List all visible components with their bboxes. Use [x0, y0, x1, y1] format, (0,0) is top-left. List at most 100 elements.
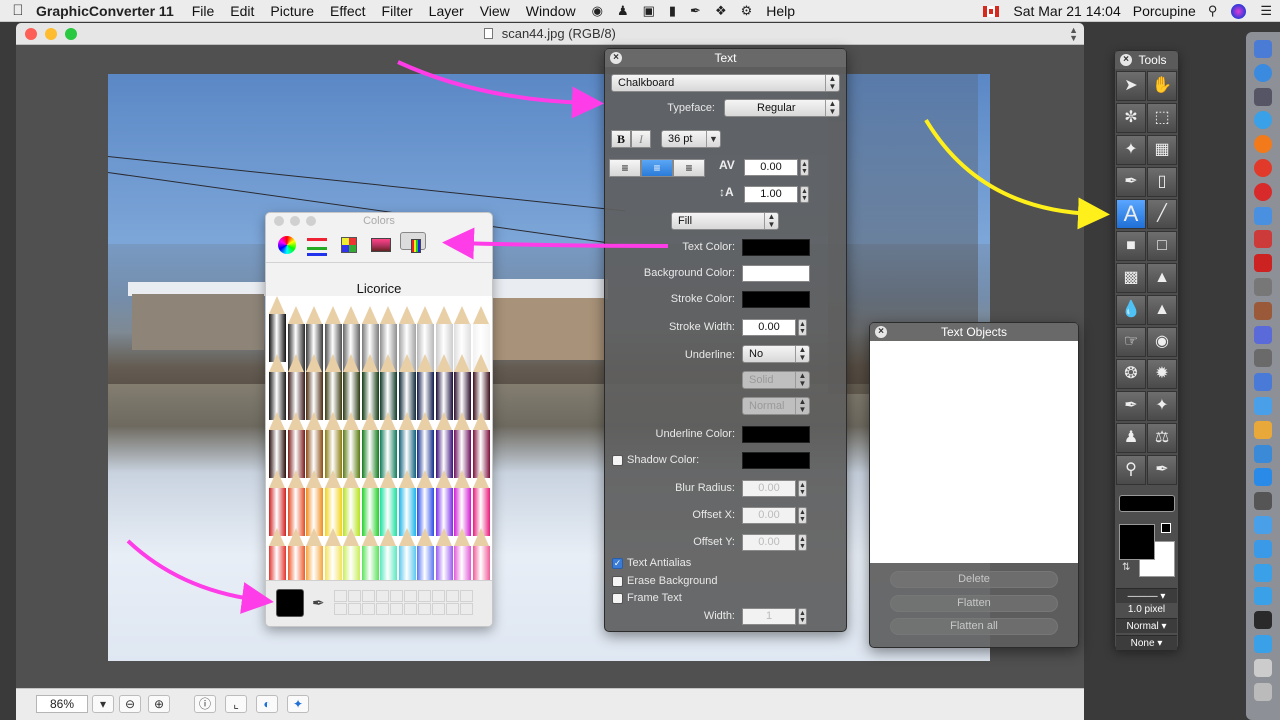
custom-color-slot[interactable]: [446, 603, 459, 615]
spotlight-icon[interactable]: ⚲: [1208, 3, 1218, 19]
shadow-checkbox[interactable]: [612, 455, 623, 466]
align-left-button[interactable]: ≡: [609, 159, 641, 177]
tools-titlebar[interactable]: × Tools: [1115, 51, 1178, 69]
pencil-swatch[interactable]: [269, 470, 286, 536]
folder-icon[interactable]: [1254, 539, 1272, 558]
pencil-swatch[interactable]: [269, 412, 286, 478]
offset-y-field[interactable]: 0.00: [742, 534, 796, 551]
shadow-color-well[interactable]: [742, 452, 810, 469]
pencil-swatch[interactable]: [343, 470, 360, 536]
pencil-swatch[interactable]: [417, 470, 434, 536]
cone-icon[interactable]: ▲: [1147, 295, 1177, 325]
magic-brush-icon[interactable]: ✦: [1147, 391, 1177, 421]
custom-color-slot[interactable]: [432, 590, 445, 602]
custom-color-slot[interactable]: [460, 603, 473, 615]
acrobat-icon[interactable]: [1254, 254, 1272, 273]
custom-color-slot[interactable]: [334, 603, 347, 615]
pencil-swatch[interactable]: [306, 412, 323, 478]
pencil-swatch[interactable]: [472, 412, 490, 478]
underline-select[interactable]: No ▲ ▼: [742, 345, 810, 363]
stroke-preview[interactable]: [1119, 495, 1175, 512]
custom-color-slot[interactable]: [390, 603, 403, 615]
settings-icon[interactable]: [1254, 325, 1272, 344]
zoom-tool-icon[interactable]: ⚲: [1116, 455, 1146, 485]
zoom-out-icon[interactable]: ⊖: [119, 695, 141, 713]
pencil-swatch[interactable]: [287, 354, 305, 420]
pencil-swatch[interactable]: [454, 354, 471, 420]
pencil-swatch[interactable]: [306, 470, 323, 536]
pencil-swatch[interactable]: [398, 354, 416, 420]
app-icon[interactable]: [1254, 373, 1272, 392]
custom-color-slot[interactable]: [348, 590, 361, 602]
offset-x-field[interactable]: 0.00: [742, 507, 796, 524]
menu-layer[interactable]: Layer: [429, 3, 464, 19]
width-field[interactable]: 1: [742, 608, 796, 625]
pencil-swatch[interactable]: [361, 354, 379, 420]
custom-color-slot[interactable]: [460, 590, 473, 602]
align-right-button[interactable]: ≡: [673, 159, 705, 177]
notification-center-icon[interactable]: ☰: [1260, 3, 1272, 19]
gear-icon[interactable]: ⚙: [741, 3, 753, 19]
siri-icon[interactable]: [1231, 3, 1247, 19]
app-menu[interactable]: GraphicConverter 11: [36, 3, 174, 19]
trash-icon[interactable]: [1254, 682, 1272, 701]
siri-dock-icon[interactable]: [1254, 63, 1272, 82]
leading-stepper[interactable]: ▲ ▼: [800, 186, 809, 203]
stroke-width-field[interactable]: 0.00: [742, 319, 796, 336]
custom-color-slot[interactable]: [362, 590, 375, 602]
wrench-icon[interactable]: ✦: [287, 695, 309, 713]
pencils-tab-icon[interactable]: [400, 232, 426, 253]
pencil-swatch[interactable]: [380, 354, 397, 420]
menu-filter[interactable]: Filter: [382, 3, 413, 19]
script-icon[interactable]: ✒: [690, 3, 701, 19]
stroke-width-stepper[interactable]: ▲ ▼: [798, 319, 807, 336]
broom-icon[interactable]: ❂: [1116, 359, 1146, 389]
folder-icon[interactable]: [1254, 563, 1272, 582]
blend-mode-select[interactable]: Normal ▾: [1116, 618, 1177, 633]
close-window-button[interactable]: [25, 28, 37, 40]
color-space-icon[interactable]: ◐: [256, 695, 278, 713]
finder-folder-icon[interactable]: [1254, 516, 1272, 534]
photo-icon[interactable]: [1254, 278, 1272, 296]
caliper-icon[interactable]: ⚖: [1147, 423, 1177, 453]
folder-icon[interactable]: [1254, 587, 1272, 606]
apple-menu-icon[interactable]: : [0, 2, 36, 19]
terminal-icon[interactable]: [1254, 611, 1272, 630]
background-color-well[interactable]: [742, 265, 810, 282]
pencil-swatch[interactable]: [380, 470, 397, 536]
stroke-color-well[interactable]: [742, 291, 810, 308]
frame-text-checkbox[interactable]: [612, 593, 623, 604]
photos-icon[interactable]: [1254, 420, 1272, 439]
bucket-icon[interactable]: ▩: [1116, 263, 1146, 293]
width-stepper[interactable]: ▲ ▼: [798, 608, 807, 625]
color-sliders-tab-icon[interactable]: [304, 232, 330, 258]
bold-button[interactable]: B: [611, 130, 631, 148]
pencil-swatch[interactable]: [435, 412, 453, 478]
custom-color-slot[interactable]: [432, 603, 445, 615]
current-color-swatch[interactable]: [276, 589, 304, 617]
line-style-select[interactable]: ——— ▾: [1116, 588, 1177, 603]
crayon-pencils-grid[interactable]: [266, 296, 492, 594]
pencil-swatch[interactable]: [454, 470, 471, 536]
pencil-swatch[interactable]: [343, 354, 360, 420]
fill-mode-select[interactable]: Fill ▲ ▼: [671, 212, 779, 230]
firefox-icon[interactable]: [1254, 135, 1272, 154]
custom-color-slot[interactable]: [348, 603, 361, 615]
blur-radius-field[interactable]: 0.00: [742, 480, 796, 497]
custom-color-slots[interactable]: [334, 590, 474, 616]
pencil-swatch[interactable]: [454, 412, 471, 478]
minimize-window-button[interactable]: [45, 28, 57, 40]
custom-color-slot[interactable]: [362, 603, 375, 615]
colors-panel-titlebar[interactable]: Colors: [266, 213, 492, 229]
custom-color-slot[interactable]: [376, 603, 389, 615]
titlebar-stepper-icon[interactable]: ▲ ▼: [1069, 26, 1078, 43]
custom-color-slot[interactable]: [334, 590, 347, 602]
finder-icon[interactable]: [1254, 40, 1272, 58]
underline-weight-select[interactable]: Normal ▲ ▼: [742, 397, 810, 415]
eraser-icon[interactable]: ▯: [1147, 167, 1177, 197]
text-color-well[interactable]: [742, 239, 810, 256]
menu-window[interactable]: Window: [526, 3, 576, 19]
pipette-icon[interactable]: ✒: [1116, 391, 1146, 421]
pencil-swatch[interactable]: [306, 354, 323, 420]
pencil-swatch[interactable]: [435, 470, 453, 536]
